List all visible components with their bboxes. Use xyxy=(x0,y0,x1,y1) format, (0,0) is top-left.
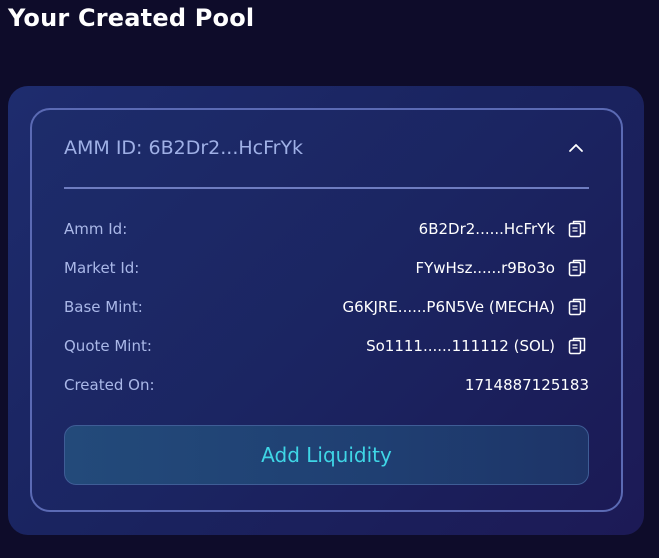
market-id-value: FYwHsz......r9Bo3o xyxy=(415,259,555,277)
pool-card: AMM ID: 6B2Dr2...HcFrYk Amm Id: 6B2Dr2..… xyxy=(8,86,644,535)
market-id-label: Market Id: xyxy=(64,259,140,277)
created-on-value: 1714887125183 xyxy=(464,376,589,394)
base-mint-label: Base Mint: xyxy=(64,298,143,316)
page-title: Your Created Pool xyxy=(8,4,255,32)
market-id-row: Market Id: FYwHsz......r9Bo3o xyxy=(64,256,589,280)
amm-id-value: 6B2Dr2......HcFrYk xyxy=(418,220,555,238)
header-divider xyxy=(64,187,589,189)
created-on-label: Created On: xyxy=(64,376,155,394)
quote-mint-row: Quote Mint: So1111......111112 (SOL) xyxy=(64,334,589,358)
amm-id-heading: AMM ID: 6B2Dr2...HcFrYk xyxy=(64,137,304,159)
quote-mint-value: So1111......111112 (SOL) xyxy=(366,337,555,355)
copy-icon[interactable] xyxy=(566,296,588,318)
pool-details-panel: AMM ID: 6B2Dr2...HcFrYk Amm Id: 6B2Dr2..… xyxy=(30,108,623,512)
base-mint-value: G6KJRE......P6N5Ve (MECHA) xyxy=(342,298,555,316)
copy-icon[interactable] xyxy=(566,218,588,240)
pool-panel-header[interactable]: AMM ID: 6B2Dr2...HcFrYk xyxy=(64,136,589,164)
copy-icon[interactable] xyxy=(566,257,588,279)
add-liquidity-button[interactable]: Add Liquidity xyxy=(64,425,589,485)
base-mint-row: Base Mint: G6KJRE......P6N5Ve (MECHA) xyxy=(64,295,589,319)
amm-id-label: Amm Id: xyxy=(64,220,128,238)
quote-mint-label: Quote Mint: xyxy=(64,337,152,355)
copy-icon[interactable] xyxy=(566,335,588,357)
chevron-up-icon[interactable] xyxy=(565,137,587,159)
amm-id-row: Amm Id: 6B2Dr2......HcFrYk xyxy=(64,217,589,241)
created-on-row: Created On: 1714887125183 xyxy=(64,373,589,397)
